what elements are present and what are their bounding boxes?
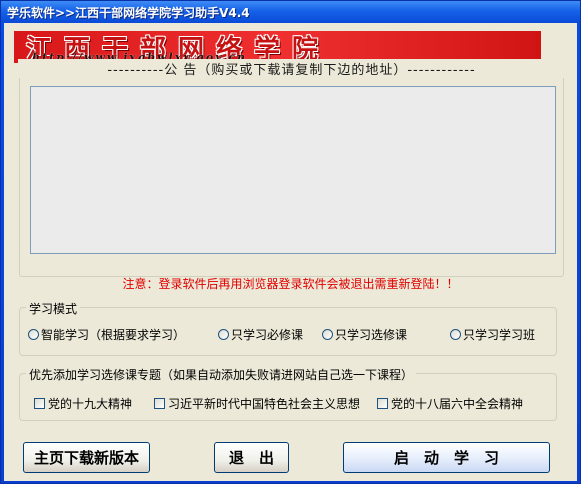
app-window: 学乐软件>>江西干部网络学院学习助手V4.4 江西干部网络学院 http://w… bbox=[0, 0, 581, 484]
notice-textarea[interactable] bbox=[30, 86, 556, 254]
checkbox-label: 党的十八届六中全会精神 bbox=[391, 397, 524, 411]
checkbox-xi-thought[interactable]: 习近平新时代中国特色社会主义思想 bbox=[154, 395, 360, 412]
radio-elective-only[interactable]: 只学习选修课 bbox=[322, 326, 407, 343]
radio-label: 只学习必修课 bbox=[231, 328, 304, 342]
topics-group: 优先添加学习选修课专题（如果自动添加失败请进网站自己选一下课程） 党的十九大精神… bbox=[19, 366, 557, 421]
checkbox-icon[interactable] bbox=[154, 398, 165, 409]
checkbox-19th-congress[interactable]: 党的十九大精神 bbox=[34, 395, 132, 412]
radio-button-icon[interactable] bbox=[450, 329, 461, 340]
study-mode-legend: 学习模式 bbox=[26, 300, 81, 317]
checkbox-label: 习近平新时代中国特色社会主义思想 bbox=[168, 397, 361, 411]
radio-smart-study[interactable]: 智能学习（根据要求学习） bbox=[28, 326, 185, 343]
checkbox-18th-sixth-plenum[interactable]: 党的十八届六中全会精神 bbox=[377, 395, 523, 412]
radio-label: 只学习学习班 bbox=[463, 328, 536, 342]
radio-required-only[interactable]: 只学习必修课 bbox=[218, 326, 303, 343]
topics-legend: 优先添加学习选修课专题（如果自动添加失败请进网站自己选一下课程） bbox=[26, 366, 417, 383]
client-area: 江西干部网络学院 http://www.jxgbwlxy.gov.cn ----… bbox=[4, 23, 577, 481]
radio-class-only[interactable]: 只学习学习班 bbox=[450, 326, 535, 343]
radio-button-icon[interactable] bbox=[322, 329, 333, 340]
download-new-version-button[interactable]: 主页下载新版本 bbox=[23, 442, 150, 473]
checkbox-icon[interactable] bbox=[34, 398, 45, 409]
radio-button-icon[interactable] bbox=[218, 329, 229, 340]
checkbox-label: 党的十九大精神 bbox=[48, 397, 133, 411]
radio-button-icon[interactable] bbox=[28, 329, 39, 340]
notice-legend: ----------公 告（购买或下载请复制下边的地址）------------ bbox=[18, 59, 565, 78]
study-mode-group: 学习模式 智能学习（根据要求学习） 只学习必修课 只学习选修课 只学习学习班 bbox=[19, 300, 557, 356]
radio-label: 只学习选修课 bbox=[335, 328, 408, 342]
exit-button[interactable]: 退 出 bbox=[214, 442, 289, 473]
start-study-button[interactable]: 启 动 学 习 bbox=[343, 442, 550, 473]
warning-text: 注意：登录软件后再用浏览器登录软件会被退出需重新登陆！！ bbox=[122, 277, 459, 291]
window-title: 学乐软件>>江西干部网络学院学习助手V4.4 bbox=[7, 6, 250, 20]
title-bar[interactable]: 学乐软件>>江西干部网络学院学习助手V4.4 bbox=[1, 1, 580, 23]
radio-label: 智能学习（根据要求学习） bbox=[41, 328, 186, 342]
checkbox-icon[interactable] bbox=[377, 398, 388, 409]
